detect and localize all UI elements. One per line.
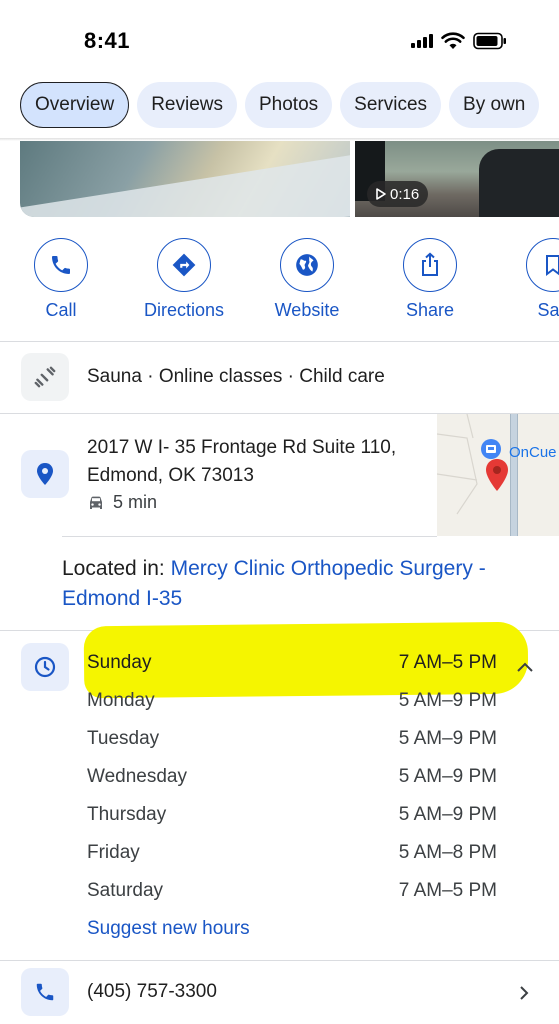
video-duration: 0:16 (390, 185, 420, 203)
battery-icon (473, 32, 506, 50)
video-thumbnail-detail (479, 149, 559, 217)
hours-icon-box (21, 643, 69, 691)
hours-time: 7 AM–5 PM (398, 652, 497, 673)
website-button-circle[interactable] (280, 238, 334, 292)
drive-time: 5 min (87, 492, 157, 513)
located-in: Located in: Mercy Clinic Orthopedic Surg… (62, 554, 542, 614)
divider (62, 536, 437, 537)
hours-time: 5 AM–9 PM (398, 804, 497, 825)
tab-overview[interactable]: Overview (20, 82, 130, 128)
drive-time-text: 5 min (113, 492, 158, 512)
phone-icon (52, 256, 70, 274)
located-in-label: Located in: (62, 557, 165, 580)
suggest-new-hours-link[interactable]: Suggest new hours (87, 918, 250, 940)
map-pin-icon (486, 459, 508, 491)
location-pin-icon (37, 463, 53, 485)
phone-icon-box (21, 968, 69, 1016)
website-label: Website (274, 300, 340, 320)
address-line-2: Edmond, OK 73013 (87, 465, 254, 486)
hours-row-sunday[interactable]: Sunday 7 AM–5 PM (87, 652, 497, 682)
directions-button-circle[interactable] (157, 238, 211, 292)
directions-icon (172, 253, 196, 277)
bookmark-icon (546, 255, 559, 276)
directions-label: Directions (143, 300, 225, 320)
call-label: Call (45, 300, 77, 320)
place-tabs: Overview Reviews Photos Services By own (20, 82, 540, 128)
shopping-marker-icon (481, 439, 501, 459)
hours-row-tuesday: Tuesday 5 AM–9 PM (87, 728, 497, 758)
divider (0, 960, 559, 961)
hours-time: 5 AM–9 PM (398, 690, 497, 711)
save-button-circle[interactable] (526, 238, 559, 292)
status-icons (411, 32, 507, 50)
hours-time: 5 AM–8 PM (398, 842, 497, 863)
globe-icon (296, 254, 318, 276)
clock-icon (34, 656, 56, 678)
hours-row-monday: Monday 5 AM–9 PM (87, 690, 497, 720)
hours-day: Tuesday (87, 728, 160, 749)
chevron-up-icon[interactable] (515, 660, 535, 674)
status-time: 8:41 (84, 28, 131, 53)
car-icon (90, 496, 102, 509)
directions-button[interactable]: Directions (129, 238, 239, 321)
place-video[interactable]: 0:16 (355, 141, 559, 217)
address-icon-box (21, 450, 69, 498)
hours-time: 7 AM–5 PM (398, 880, 497, 901)
share-label: Share (405, 300, 455, 320)
photo-strip: 0:16 (20, 141, 559, 217)
hours-time: 5 AM–9 PM (398, 728, 497, 749)
tab-services[interactable]: Services (340, 82, 442, 128)
amenities-text[interactable]: Sauna · Online classes · Child care (87, 366, 385, 388)
share-icon (422, 252, 438, 276)
tab-reviews[interactable]: Reviews (137, 82, 237, 128)
status-bar: 8:41 (0, 0, 559, 80)
cellular-signal-icon (411, 34, 433, 48)
phone-icon (36, 983, 54, 1001)
action-bar: Call Directions Website Share Sav (0, 238, 559, 328)
place-photo[interactable] (20, 141, 350, 217)
tab-by-owner[interactable]: By own (449, 82, 540, 128)
tab-photos[interactable]: Photos (245, 82, 333, 128)
divider (0, 341, 559, 342)
call-button-circle[interactable] (34, 238, 88, 292)
map-thumbnail[interactable]: OnCue (437, 414, 559, 536)
website-button[interactable]: Website (252, 238, 362, 321)
wifi-icon (441, 32, 465, 49)
chevron-right-icon[interactable] (517, 984, 531, 1002)
map-road (510, 414, 518, 536)
fitness-icon (34, 366, 56, 388)
phone-number[interactable]: (405) 757-3300 (87, 981, 217, 1003)
call-button[interactable]: Call (6, 238, 116, 321)
hours-day: Friday (87, 842, 140, 863)
hours-time: 5 AM–9 PM (398, 766, 497, 787)
hours-day: Thursday (87, 804, 167, 825)
save-button[interactable]: Sav (498, 238, 559, 321)
map-label: OnCue (509, 444, 557, 461)
video-duration-badge: 0:16 (367, 181, 429, 207)
amenities-icon-box (21, 353, 69, 401)
address-text[interactable]: 2017 W I- 35 Frontage Rd Suite 110, Edmo… (87, 434, 396, 490)
hours-row-thursday: Thursday 5 AM–9 PM (87, 804, 497, 834)
hours-day: Wednesday (87, 766, 187, 787)
hours-day: Sunday (87, 652, 152, 673)
hours-row-friday: Friday 5 AM–8 PM (87, 842, 497, 872)
share-button[interactable]: Share (375, 238, 485, 321)
play-icon (376, 188, 386, 200)
address-line-1: 2017 W I- 35 Frontage Rd Suite 110, (87, 437, 397, 458)
hours-day: Monday (87, 690, 155, 711)
hours-day: Saturday (87, 880, 164, 901)
hours-row-wednesday: Wednesday 5 AM–9 PM (87, 766, 497, 796)
hours-row-saturday: Saturday 7 AM–5 PM (87, 880, 497, 910)
share-button-circle[interactable] (403, 238, 457, 292)
save-label: Sav (537, 300, 559, 320)
